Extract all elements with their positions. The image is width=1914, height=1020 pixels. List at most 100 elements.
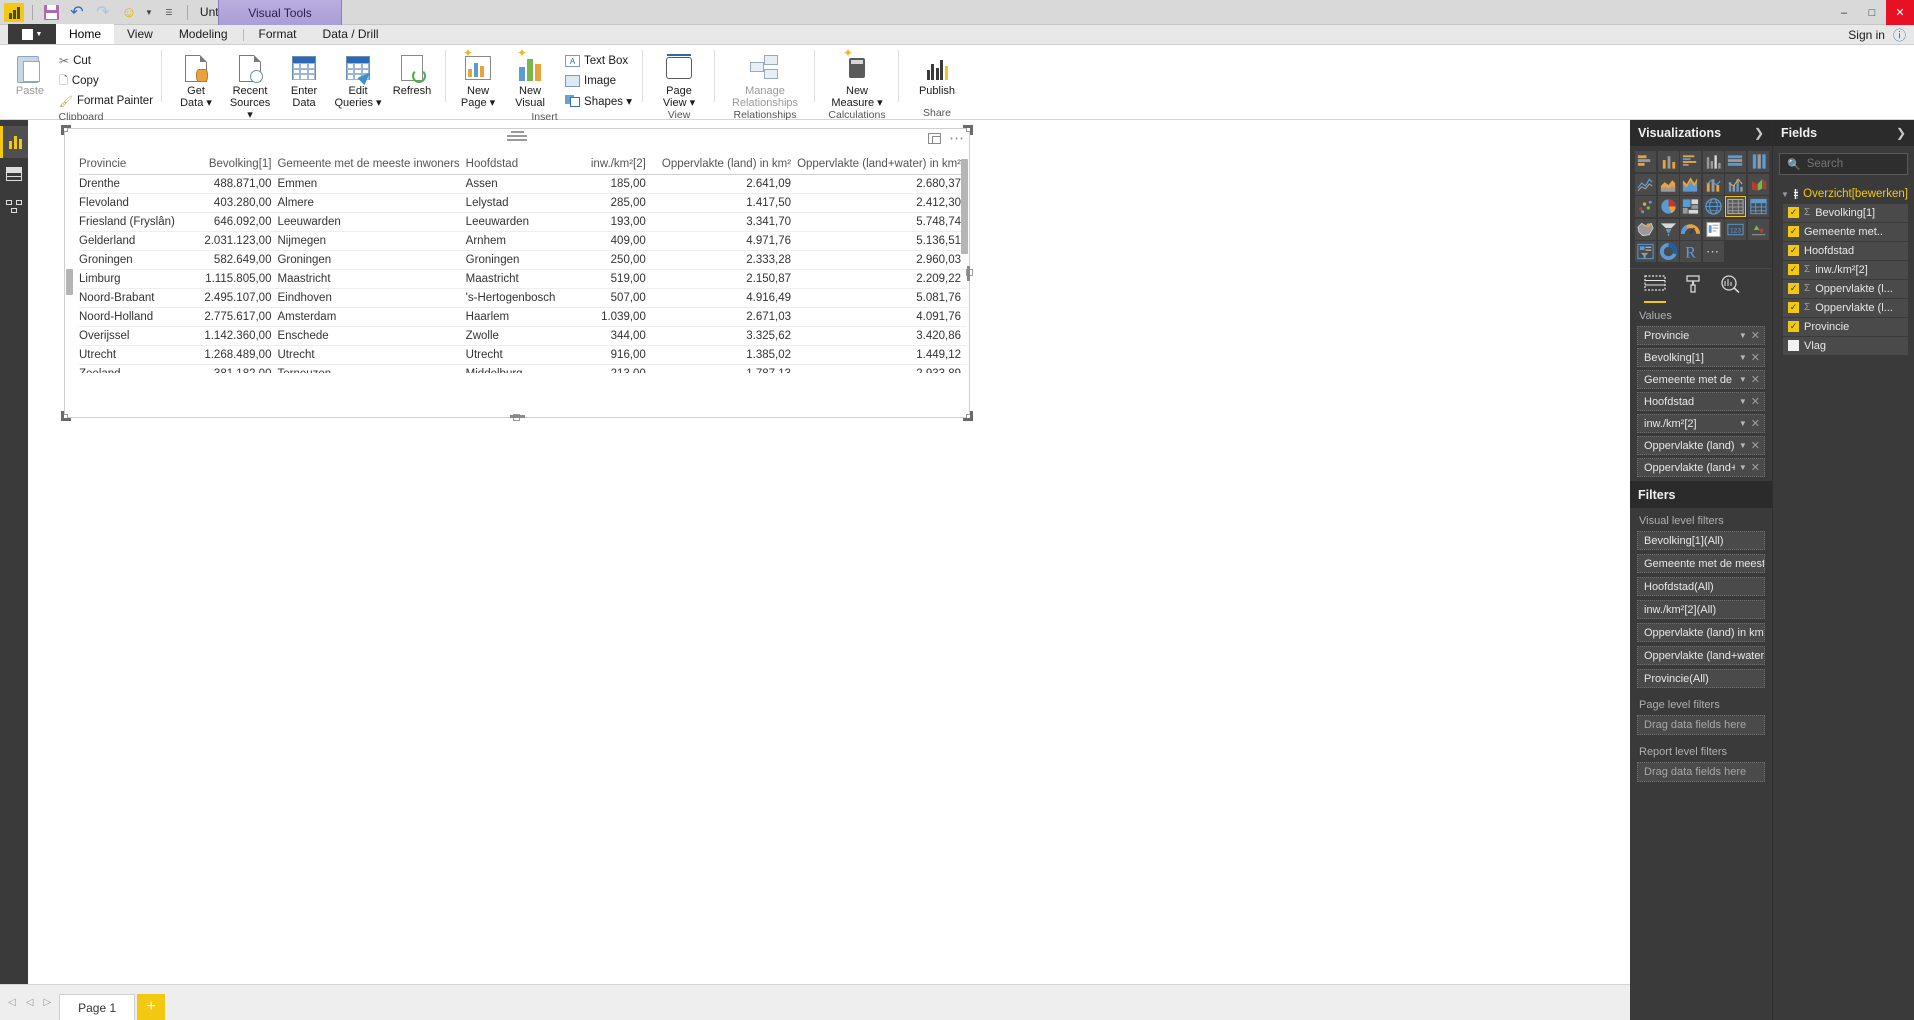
file-menu-button[interactable]: ▼ [8,24,56,44]
field-list-item[interactable]: ✓ Provincie [1783,318,1908,336]
table-cell[interactable]: Utrecht [79,345,191,365]
viz-type-pie-chart[interactable] [1657,196,1679,217]
field-checkbox[interactable]: ✓ [1788,321,1799,333]
fields-search-box[interactable]: 🔍 [1779,153,1908,175]
table-cell[interactable]: 1.142.360,00 [190,326,278,346]
text-box-button[interactable]: A Text Box [562,51,635,71]
viz-type-donut-chart[interactable] [1657,241,1679,262]
help-icon[interactable]: ⓘ [1893,25,1906,44]
table-cell[interactable]: Almere [277,193,466,213]
smiley-icon[interactable]: ☺ [119,2,139,22]
viz-type-kpi[interactable] [1747,218,1769,240]
values-well[interactable]: Provincie ▼ ✕ Bevolking[1] ▼ ✕ Gemeente met de… [1630,326,1772,477]
chevron-down-icon[interactable]: ▼ [1739,397,1747,406]
page-view-button[interactable]: Page View ▾ [655,49,703,109]
fields-table-node[interactable]: ▼ Overzicht[bewerken] [1773,182,1914,204]
save-icon[interactable] [41,2,61,22]
undo-icon[interactable]: ↶ [67,2,87,22]
table-cell[interactable]: Enschede [277,326,466,346]
cut-button[interactable]: ✂ Cut [56,51,156,71]
table-visual[interactable]: Provincie Bevolking[1] Gemeente met de m… [79,155,967,373]
image-button[interactable]: Image [562,71,635,91]
chevron-down-icon[interactable]: ▼ [1739,441,1747,450]
table-cell[interactable]: Assen [465,174,576,194]
triangle-expand-icon[interactable]: ▼ [1781,190,1789,199]
chevron-right-icon[interactable]: ❯ [1754,126,1764,140]
visual-level-filter-item[interactable]: Provincie(All) [1637,669,1765,688]
table-cell[interactable]: Lelystad [465,193,576,213]
sidebar-item-data-view[interactable] [0,158,28,190]
nav-first-icon[interactable]: ◁ [8,997,16,1008]
table-cell[interactable]: Zeeland [79,364,191,373]
table-cell[interactable]: 507,00 [575,288,652,308]
remove-field-icon[interactable]: ✕ [1751,351,1760,364]
table-row[interactable]: Noord-Brabant 2.495.107,00 Eindhoven's-Her… [79,288,967,308]
format-painter-button[interactable]: 🖌 Format Painter [56,91,156,111]
field-list-item[interactable]: ✓ Σ Oppervlakte (l... [1783,299,1908,317]
table-cell[interactable]: Leeuwarden [277,212,466,232]
table-cell[interactable]: Leeuwarden [465,212,576,232]
tab-home[interactable]: Home [56,24,115,44]
col-header-hoofdstad[interactable]: Hoofdstad [465,155,576,175]
field-list-item[interactable]: ✓ Hoofdstad [1783,242,1908,260]
table-cell[interactable]: Noord-Brabant [79,288,191,308]
tab-modeling[interactable]: Modeling [166,24,241,44]
viz-type-stacked-area-chart[interactable] [1680,173,1701,195]
col-header-bevolking[interactable]: Bevolking[1] [190,155,278,175]
table-cell[interactable]: Terneuzen [277,364,466,373]
table-row[interactable]: Gelderland 2.031.123,00 Nijmegen Arnhem 409,… [79,231,967,251]
visual-level-filter-item[interactable]: Bevolking[1](All) [1637,531,1765,550]
table-cell[interactable]: Eindhoven [277,288,466,308]
tab-data-drill[interactable]: Data / Drill [310,24,392,44]
table-cell[interactable]: Groningen [277,250,466,270]
nav-next-icon[interactable]: ▷ [43,997,51,1008]
remove-field-icon[interactable]: ✕ [1751,417,1760,430]
page-tab-page-1[interactable]: Page 1 [59,994,136,1020]
sidebar-item-report-view[interactable] [0,126,28,158]
remove-field-icon[interactable]: ✕ [1751,439,1760,452]
visual-level-filter-item[interactable]: Gemeente met de meeste... [1637,554,1765,573]
table-cell[interactable]: Groningen [79,250,191,270]
table-cell[interactable]: 2.333,28 [651,250,798,270]
table-cell[interactable]: 381.182,00 [190,364,278,373]
report-level-filters-dropzone[interactable]: Drag data fields here [1630,762,1772,782]
table-cell[interactable]: Utrecht [277,345,466,365]
table-cell[interactable]: 3.420,86 [797,326,967,346]
table-cell[interactable]: 4.971,76 [651,231,798,251]
table-cell[interactable]: 2.412,30 [797,193,967,213]
table-cell[interactable]: 4.916,49 [651,288,798,308]
table-row[interactable]: Drenthe 488.871,00 Emmen Assen 185,00 2.641,0… [79,174,967,194]
refresh-button[interactable]: Refresh [388,49,436,97]
table-cell[interactable]: 1.385,02 [651,345,798,365]
viz-type-matrix[interactable] [1747,196,1769,217]
viz-type-ribbon-chart[interactable] [1747,173,1769,195]
field-list-item[interactable]: ✓ Σ Bevolking[1] [1783,204,1908,222]
viz-type-multi-row-card[interactable]: 123 [1725,218,1746,240]
table-cell[interactable]: Nijmegen [277,231,466,251]
values-well-item[interactable]: Provincie ▼ ✕ [1637,326,1765,345]
chevron-down-icon[interactable]: ▼ [1739,419,1747,428]
table-cell[interactable]: 2.775.617,00 [190,307,278,327]
vertical-scrollbar-thumb[interactable] [961,159,968,254]
nav-prev-icon[interactable]: ◁ [26,997,34,1008]
recent-sources-button[interactable]: Recent Sources ▾ [226,49,274,121]
visual-level-filter-item[interactable]: inw./km²[2](All) [1637,600,1765,619]
field-checkbox[interactable]: ✓ [1788,226,1799,238]
chevron-down-icon[interactable]: ▼ [1739,353,1747,362]
publish-button[interactable]: Publish [913,49,961,97]
table-cell[interactable]: 's-Hertogenbosch [465,288,576,308]
visual-level-filter-item[interactable]: Oppervlakte (land+water)... [1637,646,1765,665]
col-header-oppervlakte-land[interactable]: Oppervlakte (land) in km² [651,155,798,175]
values-well-item[interactable]: Bevolking[1] ▼ ✕ [1637,348,1765,367]
table-row[interactable]: Noord-Holland 2.775.617,00 Amsterdam Haarle… [79,307,967,327]
table-cell[interactable]: 1.787,13 [651,364,798,373]
close-icon[interactable]: ✕ [1886,0,1914,25]
viz-type-stacked-bar-chart[interactable] [1635,151,1656,172]
table-cell[interactable]: Arnhem [465,231,576,251]
table-cell[interactable]: 1.449,12 [797,345,967,365]
shapes-button[interactable]: Shapes ▾ [562,91,635,111]
table-cell[interactable]: 344,00 [575,326,652,346]
chevron-down-icon[interactable]: ▼ [1739,375,1747,384]
table-cell[interactable]: 5.136,51 [797,231,967,251]
table-row[interactable]: Friesland (Fryslân) 646.092,00 Leeuwarden L… [79,212,967,232]
